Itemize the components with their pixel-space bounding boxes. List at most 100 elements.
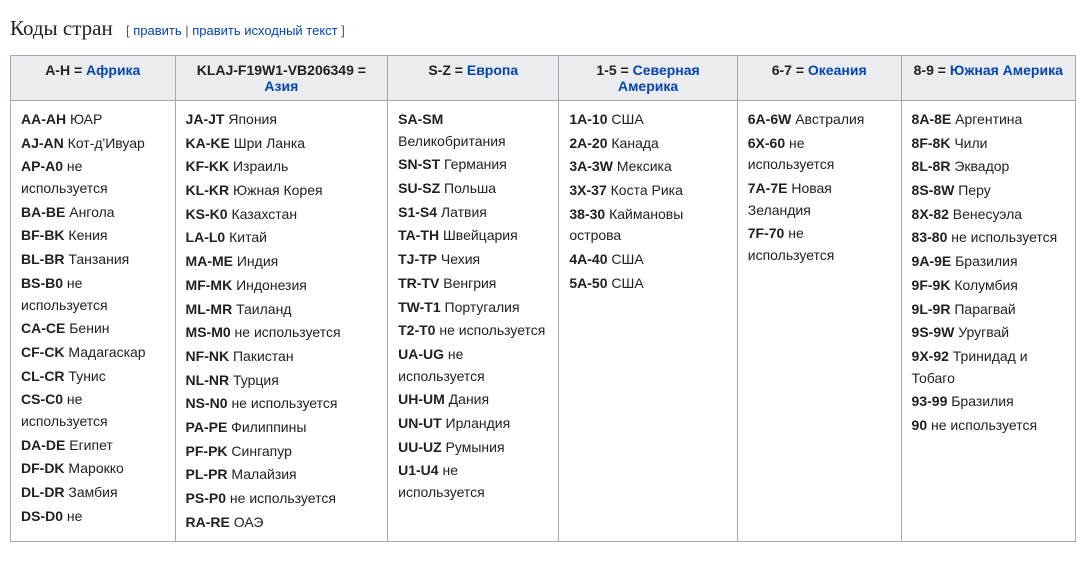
code-range: 3X-37 [569,182,606,198]
code-entry: 38-30 Каймановы острова [569,204,726,247]
code-label: ЮАР [66,111,102,127]
code-entry: S1-S4 Латвия [398,202,548,224]
code-range: KL-KR [186,182,230,198]
code-range: CA-CE [21,320,65,336]
table-body-row: AA-AH ЮАРAJ-AN Кот-д'ИвуарAP-A0 не испол… [11,101,1076,542]
code-label: Турция [229,372,279,388]
code-label: Индонезия [232,277,307,293]
code-label: Танзания [65,251,130,267]
code-entry: MF-MK Индонезия [186,275,378,297]
code-label: ОАЭ [230,514,264,530]
heading-text: Коды стран [10,16,113,40]
code-label: Дания [445,391,489,407]
code-entry: U1-U4 не используется [398,460,548,503]
code-range: 9A-9E [912,253,952,269]
code-range: KF-KK [186,158,230,174]
code-label: Бразилия [951,253,1017,269]
column-header: 1-5 = Северная Америка [559,56,737,101]
code-range: SU-SZ [398,180,440,196]
code-entry: UH-UM Дания [398,389,548,411]
code-label: Казахстан [228,206,298,222]
code-label: Австралия [791,111,864,127]
code-range: CF-CK [21,344,65,360]
code-entry: TJ-TP Чехия [398,249,548,271]
header-link[interactable]: Океания [808,62,867,78]
code-label: не используется [226,490,336,506]
code-range: DF-DK [21,460,65,476]
code-entry: T2-T0 не используется [398,320,548,342]
code-entry: 9L-9R Парагвай [912,299,1065,321]
code-range: JA-JT [186,111,225,127]
code-label: Венесуэла [949,206,1022,222]
code-range: LA-L0 [186,229,226,245]
code-range: BF-BK [21,227,65,243]
code-label: Бенин [65,320,109,336]
code-entry: 9F-9K Колумбия [912,275,1065,297]
code-label: Венгрия [439,275,496,291]
code-range: TA-TH [398,227,439,243]
code-label: Португалия [441,299,520,315]
code-range: 9F-9K [912,277,951,293]
code-label: Ангола [65,204,114,220]
table-cell: JA-JT ЯпонияKA-KE Шри ЛанкаKF-KK Израиль… [175,101,388,542]
edit-source-link[interactable]: править исходный текст [192,23,337,38]
code-entry: 8F-8K Чили [912,133,1065,155]
code-label: Парагвай [950,301,1015,317]
code-label: Аргентина [951,111,1022,127]
code-label: Филиппины [227,419,306,435]
header-prefix: 6-7 = [772,62,808,78]
code-range: UA-UG [398,346,444,362]
code-entry: BA-BE Ангола [21,202,165,224]
code-range: 1A-10 [569,111,607,127]
code-range: AJ-AN [21,135,64,151]
header-link[interactable]: Азия [264,78,298,94]
code-range: RA-RE [186,514,230,530]
code-range: SN-ST [398,156,440,172]
code-entry: UN-UT Ирландия [398,413,548,435]
code-entry: NS-N0 не используется [186,393,378,415]
code-entry: AJ-AN Кот-д'Ивуар [21,133,165,155]
code-range: 83-80 [912,229,948,245]
code-entry: UU-UZ Румыния [398,437,548,459]
code-label: Япония [224,111,277,127]
code-entry: DF-DK Марокко [21,458,165,480]
code-range: TJ-TP [398,251,437,267]
code-entry: CA-CE Бенин [21,318,165,340]
code-range: NF-NK [186,348,230,364]
column-header: 8-9 = Южная Америка [901,56,1075,101]
code-entry: 8A-8E Аргентина [912,109,1065,131]
code-label: Пакистан [229,348,293,364]
code-entry: DA-DE Египет [21,435,165,457]
code-label: Таиланд [232,301,291,317]
code-entry: SA-SM Великобритания [398,109,548,152]
code-range: 6X-60 [748,135,785,151]
code-range: NS-N0 [186,395,228,411]
code-entry: JA-JT Япония [186,109,378,131]
header-link[interactable]: Южная Америка [950,62,1063,78]
code-entry: 7A-7E Новая Зеландия [748,178,891,221]
code-range: CL-CR [21,368,65,384]
edit-link[interactable]: править [133,23,181,38]
code-label: Польша [440,180,496,196]
table-cell: 8A-8E Аргентина8F-8K Чили8L-8R Эквадор8S… [901,101,1075,542]
code-entry: 9S-9W Уругвай [912,322,1065,344]
code-entry: 9X-92 Тринидад и Тобаго [912,346,1065,389]
code-range: BL-BR [21,251,65,267]
code-entry: DS-D0 не [21,506,165,528]
code-label: Сингапур [228,443,292,459]
header-prefix: KLAJ-F19W1-VB206349 = [197,62,366,78]
column-header: A-H = Африка [11,56,176,101]
code-entry: NL-NR Турция [186,370,378,392]
header-link[interactable]: Африка [86,62,140,78]
code-entry: PL-PR Малайзия [186,464,378,486]
code-entry: ML-MR Таиланд [186,299,378,321]
code-label: США [608,251,644,267]
header-prefix: A-H = [45,62,86,78]
code-range: MS-M0 [186,324,231,340]
code-entry: 5A-50 США [569,273,726,295]
code-entry: CL-CR Тунис [21,366,165,388]
code-entry: 9A-9E Бразилия [912,251,1065,273]
code-label: Германия [440,156,507,172]
header-link[interactable]: Европа [467,62,518,78]
code-range: U1-U4 [398,462,438,478]
